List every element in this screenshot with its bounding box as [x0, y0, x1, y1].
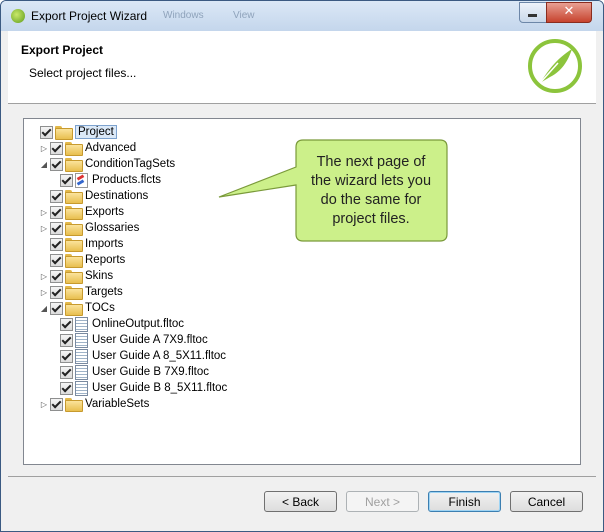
next-button[interactable]: Next >: [346, 491, 419, 512]
cancel-button[interactable]: Cancel: [510, 491, 583, 512]
back-button[interactable]: < Back: [264, 491, 337, 512]
annotation-callout: [218, 139, 448, 242]
finish-button[interactable]: Finish: [428, 491, 501, 512]
export-project-wizard-window: Export Project Wizard Windows View ✕ Exp…: [0, 0, 604, 532]
callout-text: The next page of the wizard lets you do …: [310, 154, 432, 227]
wizard-footer: < Back Next > Finish Cancel: [8, 476, 596, 527]
